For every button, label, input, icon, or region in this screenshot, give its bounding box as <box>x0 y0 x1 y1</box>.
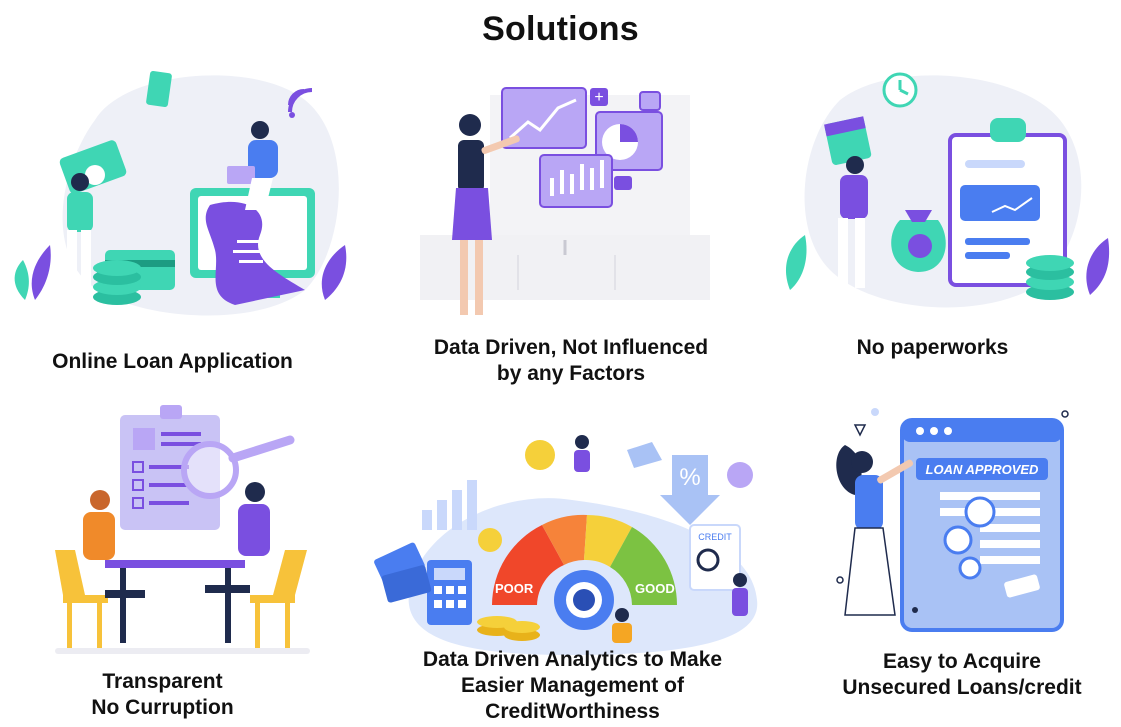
gauge-poor-label: POOR <box>495 581 534 596</box>
caption-line: Data Driven Analytics to Make <box>422 648 723 671</box>
solution-card-credit-analytics: % CREDIT POOR GOOD Data Driven Analytics… <box>370 395 775 727</box>
caption-line: Easier Management of <box>461 674 684 697</box>
no-paperwork-illustration <box>785 72 1110 308</box>
solution-caption-data-driven: Data Driven, Not Influenced by any Facto… <box>410 335 732 387</box>
solution-caption-credit-analytics: Data Driven Analytics to Make Easier Man… <box>390 647 755 725</box>
credit-label: CREDIT <box>698 532 732 542</box>
caption-line: Transparent <box>102 670 223 693</box>
percent-sign: % <box>679 464 700 491</box>
caption-line: by any Factors <box>496 362 646 385</box>
loan-approved-illustration: LOAN APPROVED <box>836 408 1069 632</box>
page-title: Solutions <box>482 10 639 48</box>
transparent-meeting-illustration <box>55 405 310 654</box>
caption-line: Data Driven, Not Influenced <box>433 336 709 359</box>
solution-card-loan-approved: LOAN APPROVED Easy to Acquire Unsecured … <box>800 395 1121 727</box>
svg-text:+: + <box>594 89 603 106</box>
gauge-good-label: GOOD <box>635 581 675 596</box>
solution-caption-loan-approved: Easy to Acquire Unsecured Loans/credit <box>808 649 1116 701</box>
caption-line: Online Loan Application <box>52 350 293 373</box>
solution-caption-no-paperworks: No paperworks <box>775 335 1090 361</box>
caption-line: CreditWorthiness <box>485 700 660 723</box>
caption-line: Easy to Acquire <box>883 650 1041 673</box>
online-loan-illustration <box>14 71 347 316</box>
caption-line: No Curruption <box>91 696 234 719</box>
caption-line: No paperworks <box>856 336 1009 359</box>
solution-card-no-paperworks: No paperworks <box>755 55 1121 390</box>
solution-card-online-loan: Online Loan Application <box>0 55 370 390</box>
solution-caption-transparent: Transparent No Curruption <box>25 669 300 721</box>
solution-card-transparent: Transparent No Curruption <box>0 395 370 727</box>
solution-caption-online-loan: Online Loan Application <box>20 349 325 375</box>
credit-gauge-illustration: % CREDIT <box>374 435 758 655</box>
solution-card-data-driven: + Data Driven, Not Influenced by any Fac… <box>390 55 750 390</box>
loan-approved-text: LOAN APPROVED <box>926 462 1040 477</box>
data-presentation-illustration: + <box>420 87 710 315</box>
caption-line: Unsecured Loans/credit <box>842 676 1082 699</box>
